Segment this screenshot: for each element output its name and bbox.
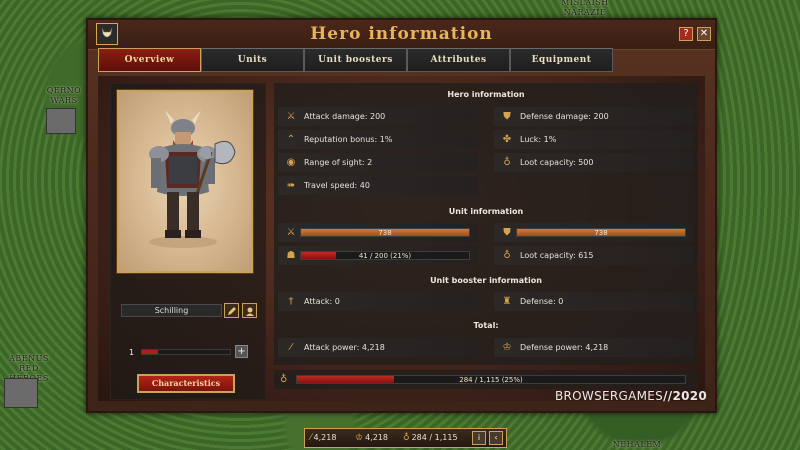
map-castle-left[interactable] xyxy=(46,108,76,134)
chevron-rank-icon: ⌃ xyxy=(286,134,296,145)
unit-count-bar: 41 / 200 (21%) xyxy=(300,251,470,260)
sack-icon: ♁ xyxy=(503,157,511,168)
tab-bar: Overview Units Unit boosters Attributes … xyxy=(98,48,613,72)
hero-information-window: Hero information ? ✕ Overview Units Unit… xyxy=(86,18,717,413)
tab-unit-boosters[interactable]: Unit boosters xyxy=(304,48,407,72)
booster-attack: † Attack: 0 xyxy=(278,292,478,311)
window-title: Hero information xyxy=(310,24,493,44)
collapse-button[interactable]: ‹ xyxy=(489,431,503,445)
bottom-attack: ⁄ 4,218 xyxy=(310,433,337,443)
tab-overview[interactable]: Overview xyxy=(98,48,201,72)
help-button[interactable]: ? xyxy=(679,27,693,41)
title-bar: Hero information ? ✕ xyxy=(88,20,715,50)
helmet-shield-icon: ♔ xyxy=(355,433,364,443)
stat-travel-speed: ➠ Travel speed: 40 xyxy=(278,176,478,195)
armor-icon: ♜ xyxy=(502,296,512,307)
stat-attack-damage: ⚔ Attack damage: 200 xyxy=(278,107,478,126)
dagger-pair-icon: † xyxy=(288,296,294,307)
total-defense-power: ♔ Defense power: 4,218 xyxy=(494,338,694,357)
helmet-shield-icon: ♔ xyxy=(502,342,512,353)
hero-level-bar xyxy=(141,349,231,355)
bottom-defense: ♔ 4,218 xyxy=(355,433,388,443)
unit-attack-bar: 738 xyxy=(300,228,470,237)
sword-icon: ⚔ xyxy=(286,111,296,122)
stat-loot-capacity: ♁ Loot capacity: 500 xyxy=(494,153,694,172)
total-heading: Total: xyxy=(473,321,499,330)
unit-count-row: ☗ 41 / 200 (21%) xyxy=(278,246,478,265)
bottom-resource-bar: ⁄ 4,218 ♔ 4,218 ♁ 284 / 1,115 i ‹ xyxy=(304,428,507,448)
total-loot-row: ♁ 284 / 1,115 (25%) xyxy=(274,370,698,389)
booster-defense: ♜ Defense: 0 xyxy=(494,292,694,311)
sword-icon: ⁄ xyxy=(310,433,312,443)
unit-loot-capacity: ♁ Loot capacity: 615 xyxy=(494,246,694,265)
hero-portrait-button[interactable] xyxy=(242,303,257,318)
info-button[interactable]: i xyxy=(472,431,486,445)
hero-information-heading: Hero information xyxy=(447,90,525,99)
bottom-loot: ♁ 284 / 1,115 xyxy=(403,433,458,443)
hero-level-fill xyxy=(142,350,158,354)
shield-icon: ⛊ xyxy=(503,111,511,122)
rename-button[interactable] xyxy=(224,303,239,318)
add-level-button[interactable]: + xyxy=(235,345,248,358)
watermark: BROWSERGAMES//2020 xyxy=(555,389,708,403)
total-loot-fill xyxy=(297,376,394,383)
stat-defense-damage: ⛊ Defense damage: 200 xyxy=(494,107,694,126)
hero-level: 1 xyxy=(129,348,135,357)
sword-icon: ⚔ xyxy=(286,227,296,238)
sword-diagonal-icon: ⁄ xyxy=(290,342,292,353)
shield-icon: ⛊ xyxy=(503,227,511,238)
sack-icon: ♁ xyxy=(403,433,410,443)
chevron-left-icon: ‹ xyxy=(494,433,498,442)
eye-icon: ◉ xyxy=(286,157,296,168)
portrait-icon xyxy=(245,307,254,316)
unit-count-fill xyxy=(301,252,337,259)
arrows-icon: ➠ xyxy=(286,180,296,191)
pencil-icon xyxy=(227,306,236,315)
total-attack-power: ⁄ Attack power: 4,218 xyxy=(278,338,478,357)
hero-portrait-panel: Schilling 1 + Characteristics xyxy=(110,83,266,400)
map-label-qerno: QERNO WARS xyxy=(46,86,82,105)
map-castle-bottom-left[interactable] xyxy=(4,378,38,408)
hero-stats-panel: Hero information ⚔ Attack damage: 200 ⛊ De… xyxy=(274,83,698,365)
hero-name-field: Schilling xyxy=(121,304,222,317)
tab-equipment[interactable]: Equipment xyxy=(510,48,613,72)
stat-range-of-sight: ◉ Range of sight: 2 xyxy=(278,153,478,172)
unit-booster-heading: Unit booster information xyxy=(430,276,542,285)
map-label-nehalem: NEHALEM xyxy=(612,440,662,449)
hero-figure-icon xyxy=(149,110,236,248)
characteristics-button[interactable]: Characteristics xyxy=(137,374,235,393)
crowd-icon: ☗ xyxy=(286,250,296,261)
unit-defense-bar: 738 xyxy=(516,228,686,237)
sack-icon: ♁ xyxy=(280,374,288,385)
unit-information-heading: Unit information xyxy=(448,207,524,216)
map-label-misla: MISLAISH NARAZIE xyxy=(561,0,609,17)
close-button[interactable]: ✕ xyxy=(697,27,711,41)
tab-units[interactable]: Units xyxy=(201,48,304,72)
clover-icon: ✤ xyxy=(502,134,512,145)
total-loot-bar: 284 / 1,115 (25%) xyxy=(296,375,686,384)
tab-attributes[interactable]: Attributes xyxy=(407,48,510,72)
hero-portrait xyxy=(117,90,253,273)
unit-defense-row: ⛊ 738 xyxy=(494,223,694,242)
stat-reputation-bonus: ⌃ Reputation bonus: 1% xyxy=(278,130,478,149)
unit-attack-row: ⚔ 738 xyxy=(278,223,478,242)
sack-icon: ♁ xyxy=(503,250,511,261)
stat-luck: ✤ Luck: 1% xyxy=(494,130,694,149)
